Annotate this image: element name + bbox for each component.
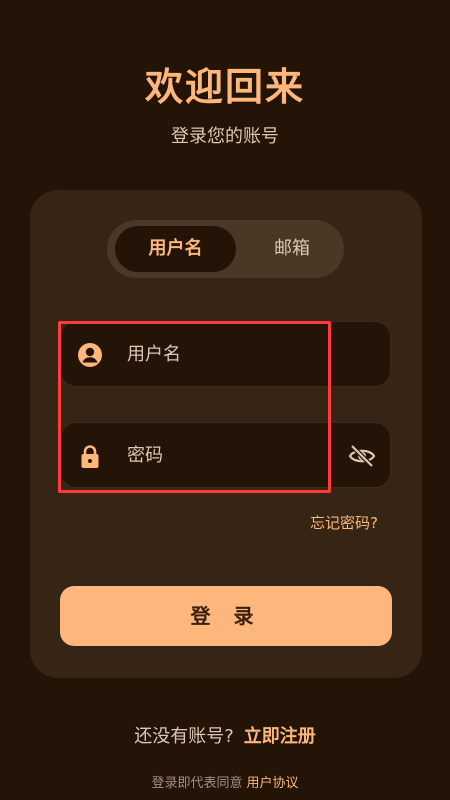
page-subtitle: 登录您的账号 [171,126,279,147]
login-page: 欢迎回来 登录您的账号 用户名 邮箱 用户名 密码 忘记密码? 登 录 还没有账… [0,0,450,800]
forgot-password-link[interactable]: 忘记密码? [310,512,378,533]
agreement-notice: 登录即代表同意 用户协议 [0,772,450,791]
login-mode-tabs: 用户名 邮箱 [107,220,344,278]
password-placeholder: 密码 [127,445,163,466]
username-field[interactable]: 用户名 [60,321,391,387]
user-agreement-link[interactable]: 用户协议 [247,776,299,791]
register-link[interactable]: 立即注册 [244,726,316,747]
agreement-text: 登录即代表同意 [151,776,243,791]
lock-icon [81,445,99,468]
password-field[interactable]: 密码 [60,422,391,488]
page-title: 欢迎回来 [144,65,305,109]
user-circle-icon [78,343,102,367]
username-placeholder: 用户名 [127,344,181,365]
login-button[interactable]: 登 录 [60,586,392,646]
register-question: 还没有账号? [134,726,234,747]
tab-username[interactable]: 用户名 [115,226,236,272]
register-prompt: 还没有账号? 立即注册 [0,722,450,748]
tab-email[interactable]: 邮箱 [247,226,337,272]
eye-off-icon[interactable] [348,443,376,469]
